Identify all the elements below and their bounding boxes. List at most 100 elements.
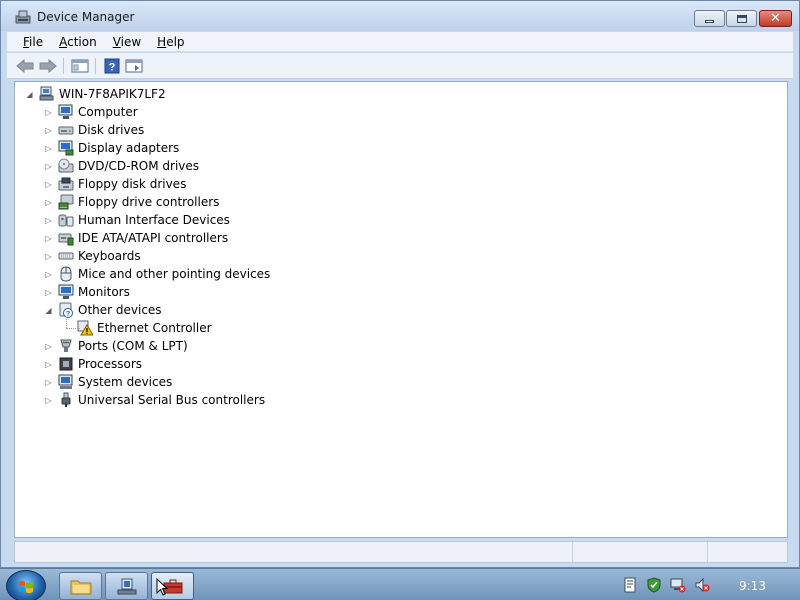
expand-arrow-icon[interactable]: ▷ bbox=[44, 378, 53, 387]
processor-icon bbox=[59, 357, 73, 371]
tree-item-label: System devices bbox=[78, 375, 173, 389]
tree-connector-line bbox=[66, 328, 80, 329]
tree-connector-line bbox=[66, 317, 67, 328]
svg-text:?: ? bbox=[109, 62, 116, 74]
windows-explorer-icon bbox=[70, 580, 91, 595]
expand-arrow-icon[interactable]: ▷ bbox=[44, 342, 53, 351]
show-hide-console-tree-icon bbox=[71, 59, 89, 73]
tree-category[interactable]: ▷ Mice and other pointing devices bbox=[44, 265, 270, 283]
forward-arrow-icon bbox=[39, 59, 57, 73]
tree-category[interactable]: ▷ Floppy disk drives bbox=[44, 175, 186, 193]
title-bar[interactable]: Device Manager ✕ bbox=[1, 1, 799, 31]
collapse-arrow-icon[interactable]: ◢ bbox=[44, 306, 53, 315]
menu-action[interactable]: Action bbox=[59, 35, 97, 49]
tree-item-label: Other devices bbox=[78, 303, 162, 317]
show-hide-tree-button[interactable] bbox=[70, 57, 90, 75]
expand-arrow-icon[interactable]: ▷ bbox=[44, 180, 53, 189]
device-tree-pane[interactable]: ◢ WIN-7F8APIK7LF2 ▷ Computer ▷ Disk drives ▷ Di… bbox=[14, 81, 788, 538]
taskbar: 9:13 bbox=[0, 568, 800, 600]
expand-arrow-icon[interactable]: ▷ bbox=[44, 198, 53, 207]
expand-arrow-icon[interactable]: ▷ bbox=[44, 288, 53, 297]
tree-category[interactable]: ▷ System devices bbox=[44, 373, 172, 391]
tree-item-label: Universal Serial Bus controllers bbox=[78, 393, 266, 407]
network-icon[interactable] bbox=[670, 577, 686, 593]
tree-item-label: Human Interface Devices bbox=[78, 213, 230, 227]
expand-arrow-icon[interactable]: ▷ bbox=[44, 144, 53, 153]
collapse-arrow-icon[interactable]: ◢ bbox=[25, 90, 34, 99]
expand-arrow-icon[interactable]: ▷ bbox=[44, 162, 53, 171]
status-panel bbox=[707, 542, 708, 562]
tree-category[interactable]: ◢? Other devices bbox=[44, 301, 162, 319]
tree-item-label: Monitors bbox=[78, 285, 130, 299]
tree-category[interactable]: ▷ DVD/CD-ROM drives bbox=[44, 157, 199, 175]
back-arrow-icon bbox=[16, 59, 34, 73]
display-adapter-icon bbox=[58, 140, 74, 156]
menu-help[interactable]: Help bbox=[157, 35, 184, 49]
tree-category[interactable]: ▷ Human Interface Devices bbox=[44, 211, 230, 229]
tree-category[interactable]: ▷ IDE ATA/ATAPI controllers bbox=[44, 229, 228, 247]
expand-arrow-icon[interactable]: ▷ bbox=[44, 234, 53, 243]
close-button[interactable]: ✕ bbox=[759, 10, 792, 27]
ide-controller-icon bbox=[58, 233, 74, 246]
tree-item-label: Display adapters bbox=[78, 141, 180, 155]
tree-category[interactable]: ▷ Processors bbox=[44, 355, 142, 373]
status-panel bbox=[572, 542, 573, 562]
tree-category[interactable]: ▷ Monitors bbox=[44, 283, 130, 301]
expand-arrow-icon[interactable]: ▷ bbox=[44, 396, 53, 405]
properties-pane-button[interactable] bbox=[124, 57, 144, 75]
tree-category[interactable]: ▷ Display adapters bbox=[44, 139, 179, 157]
start-button[interactable] bbox=[6, 570, 46, 600]
tree-category[interactable]: ▷ Floppy drive controllers bbox=[44, 193, 219, 211]
properties-pane-icon bbox=[125, 59, 143, 73]
mouse-cursor-icon bbox=[156, 578, 168, 596]
tree-category[interactable]: ▷ Keyboards bbox=[44, 247, 140, 265]
expand-arrow-icon[interactable]: ▷ bbox=[44, 360, 53, 369]
device-tree: ◢ WIN-7F8APIK7LF2 ▷ Computer ▷ Disk drives ▷ Di… bbox=[15, 82, 787, 537]
device-manager-icon bbox=[15, 10, 31, 24]
tree-device-item[interactable]: Ethernet Controller bbox=[63, 319, 212, 337]
tree-item-label: Ports (COM & LPT) bbox=[78, 339, 188, 353]
help-button[interactable]: ? bbox=[102, 57, 122, 75]
disk-drive-icon bbox=[58, 126, 74, 135]
expand-arrow-icon[interactable]: ▷ bbox=[44, 216, 53, 225]
tree-category[interactable]: ▷ Computer bbox=[44, 103, 138, 121]
minimize-button[interactable] bbox=[694, 10, 725, 27]
volume-muted-icon[interactable] bbox=[694, 577, 710, 593]
keyboard-icon bbox=[58, 252, 74, 260]
toolbar: ? bbox=[7, 53, 793, 79]
tree-item-label: IDE ATA/ATAPI controllers bbox=[78, 231, 229, 245]
computer-icon bbox=[58, 104, 73, 119]
dvd-drive-icon bbox=[58, 158, 74, 173]
tree-root[interactable]: ◢ WIN-7F8APIK7LF2 bbox=[25, 85, 166, 103]
forward-button[interactable] bbox=[38, 57, 58, 75]
menu-bar: File Action View Help bbox=[7, 32, 793, 52]
maximize-button[interactable] bbox=[726, 10, 757, 27]
system-tray: 9:13 bbox=[612, 572, 800, 600]
close-icon: ✕ bbox=[770, 11, 781, 26]
tree-item-label: Computer bbox=[78, 105, 138, 119]
action-center-icon[interactable] bbox=[622, 577, 638, 593]
maximize-icon bbox=[736, 14, 747, 23]
windows-logo-icon bbox=[19, 581, 33, 594]
menu-file[interactable]: File bbox=[23, 35, 43, 49]
expand-arrow-icon[interactable]: ▷ bbox=[44, 270, 53, 279]
menu-view[interactable]: View bbox=[113, 35, 141, 49]
security-icon[interactable] bbox=[646, 577, 662, 593]
root-computer-icon bbox=[39, 86, 54, 101]
taskbar-explorer-button[interactable] bbox=[59, 572, 102, 600]
tree-category[interactable]: ▷ Ports (COM & LPT) bbox=[44, 337, 188, 355]
expand-arrow-icon[interactable]: ▷ bbox=[44, 252, 53, 261]
back-button[interactable] bbox=[15, 57, 35, 75]
expand-arrow-icon[interactable]: ▷ bbox=[44, 126, 53, 135]
tree-category[interactable]: ▷ Universal Serial Bus controllers bbox=[44, 391, 265, 409]
tree-category[interactable]: ▷ Disk drives bbox=[44, 121, 144, 139]
window-title: Device Manager bbox=[37, 10, 135, 24]
expand-arrow-icon[interactable]: ▷ bbox=[44, 108, 53, 117]
tree-item-label: WIN-7F8APIK7LF2 bbox=[59, 87, 166, 101]
taskbar-server-manager-button[interactable] bbox=[105, 572, 148, 600]
tree-item-label: Mice and other pointing devices bbox=[78, 267, 271, 281]
system-clock[interactable]: 9:13 bbox=[739, 579, 766, 593]
tree-item-label: Floppy drive controllers bbox=[78, 195, 220, 209]
hid-icon bbox=[58, 214, 74, 227]
port-icon bbox=[60, 339, 72, 352]
